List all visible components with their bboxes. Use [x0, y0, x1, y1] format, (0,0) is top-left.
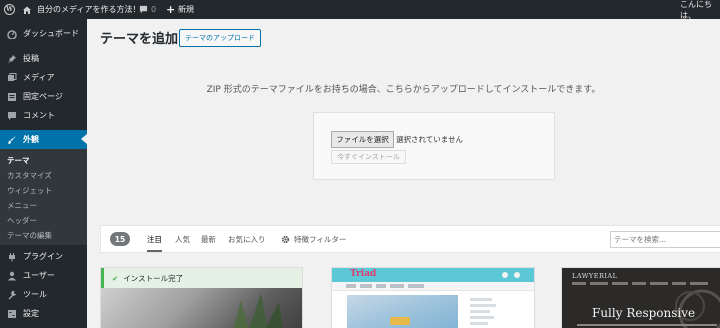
- tab-latest[interactable]: 最新: [201, 234, 216, 245]
- theme-preview-nav: [332, 282, 534, 291]
- pin-icon: [7, 54, 17, 64]
- install-now-button[interactable]: 今すぐインストール: [331, 150, 406, 164]
- theme-card-lawyer[interactable]: LAWYERIAL Fully Responsive: [561, 267, 720, 328]
- theme-filter-bar: 15 注目 人気 最新 お気に入り 特徴フィルター: [100, 225, 720, 253]
- submenu-item-theme-editor[interactable]: テーマの編集: [7, 230, 52, 241]
- gear-icon: [281, 235, 290, 244]
- preview-dot: [514, 272, 520, 278]
- sidebar-item-label: ツール: [23, 290, 47, 299]
- upload-form: ファイルを選択 選択されていません 今すぐインストール: [313, 112, 555, 180]
- installed-label: インストール完了: [123, 273, 184, 283]
- sidebar-item-label: メディア: [23, 73, 55, 82]
- submenu-item-widgets[interactable]: ウィジェット: [7, 185, 52, 196]
- theme-preview-subline: [577, 324, 717, 326]
- theme-count-badge: 15: [110, 232, 130, 246]
- comment-count[interactable]: 0: [151, 0, 156, 19]
- sidebar-item-label: ユーザー: [23, 271, 55, 280]
- no-file-selected-text: 選択されていません: [396, 135, 464, 144]
- admin-sidebar: ダッシュボード 投稿 メディア 固定ページ コメント 外観 テーマ カスタマイズ…: [0, 19, 87, 328]
- tab-featured[interactable]: 注目: [147, 234, 162, 252]
- admin-bar: W 自分のメディアを作る方法！ 0 + 新規 こんにちは、: [0, 0, 720, 20]
- plugin-icon: [7, 252, 17, 262]
- brush-icon: [7, 135, 17, 145]
- tab-popular[interactable]: 人気: [175, 234, 190, 245]
- theme-card-installed[interactable]: ✔ インストール完了: [100, 267, 303, 328]
- sidebar-item-tools[interactable]: ツール: [0, 285, 87, 304]
- sidebar-item-users[interactable]: ユーザー: [0, 266, 87, 285]
- submenu-item-themes[interactable]: テーマ: [7, 155, 30, 166]
- submenu-item-header[interactable]: ヘッダー: [7, 215, 37, 226]
- comment-icon: [7, 111, 17, 121]
- plus-icon[interactable]: +: [166, 0, 175, 19]
- submenu-item-menus[interactable]: メニュー: [7, 200, 37, 211]
- sidebar-item-comments[interactable]: コメント: [0, 106, 87, 125]
- installed-banner: ✔ インストール完了: [101, 268, 302, 288]
- sidebar-item-label: 外観: [23, 135, 39, 144]
- theme-card-triad[interactable]: Triad: [331, 267, 535, 328]
- feature-filter-label: 特徴フィルター: [294, 235, 347, 244]
- theme-search-input[interactable]: [610, 231, 720, 248]
- page-icon: [7, 92, 17, 102]
- choose-file-button[interactable]: ファイルを選択: [331, 131, 394, 148]
- wordpress-logo-icon[interactable]: W: [4, 0, 18, 19]
- home-icon[interactable]: [22, 0, 32, 19]
- sidebar-item-plugins[interactable]: プラグイン: [0, 247, 87, 266]
- media-icon: [7, 72, 17, 83]
- sidebar-item-appearance[interactable]: 外観: [0, 130, 87, 149]
- upload-message: ZIP 形式のテーマファイルをお持ちの場合、こちらからアップロードしてインストー…: [206, 85, 601, 95]
- theme-screenshot: [101, 288, 302, 328]
- greeting-text[interactable]: こんにちは、: [680, 0, 720, 20]
- sidebar-item-label: 固定ページ: [23, 92, 63, 101]
- sidebar-item-label: 設定: [23, 309, 39, 318]
- sidebar-item-label: 投稿: [23, 54, 39, 63]
- main-content: テーマを追加 テーマのアップロード ZIP 形式のテーマファイルをお持ちの場合、…: [87, 19, 720, 328]
- sidebar-item-label: コメント: [23, 111, 55, 120]
- sidebar-item-settings[interactable]: 設定: [0, 304, 87, 323]
- sidebar-item-pages[interactable]: 固定ページ: [0, 87, 87, 106]
- settings-icon: [7, 309, 17, 319]
- comment-icon[interactable]: [139, 0, 148, 19]
- theme-preview-header: Triad: [332, 268, 534, 282]
- dashboard-icon: [7, 29, 17, 39]
- theme-preview-accent: [390, 317, 410, 325]
- new-content-link[interactable]: 新規: [178, 0, 194, 19]
- page-title: テーマを追加: [100, 32, 179, 47]
- wrench-icon: [7, 290, 17, 300]
- appearance-submenu: テーマ カスタマイズ ウィジェット メニュー ヘッダー テーマの編集: [0, 149, 87, 245]
- upload-theme-button[interactable]: テーマのアップロード: [179, 29, 261, 47]
- checkmark-icon: ✔: [112, 273, 119, 283]
- theme-headline: Fully Responsive: [592, 306, 696, 320]
- sidebar-item-dashboard[interactable]: ダッシュボード: [0, 24, 87, 43]
- submenu-item-customize[interactable]: カスタマイズ: [7, 170, 52, 181]
- preview-dot: [502, 272, 508, 278]
- sidebar-item-posts[interactable]: 投稿: [0, 49, 87, 68]
- sidebar-item-label: プラグイン: [23, 252, 63, 261]
- feature-filter-button[interactable]: 特徴フィルター: [281, 234, 346, 245]
- user-icon: [7, 271, 17, 281]
- site-name-link[interactable]: 自分のメディアを作る方法！: [37, 0, 140, 19]
- sidebar-item-label: ダッシュボード: [23, 29, 79, 38]
- tab-favorites[interactable]: お気に入り: [228, 234, 266, 245]
- theme-name: Triad: [350, 269, 377, 279]
- sidebar-item-media[interactable]: メディア: [0, 68, 87, 87]
